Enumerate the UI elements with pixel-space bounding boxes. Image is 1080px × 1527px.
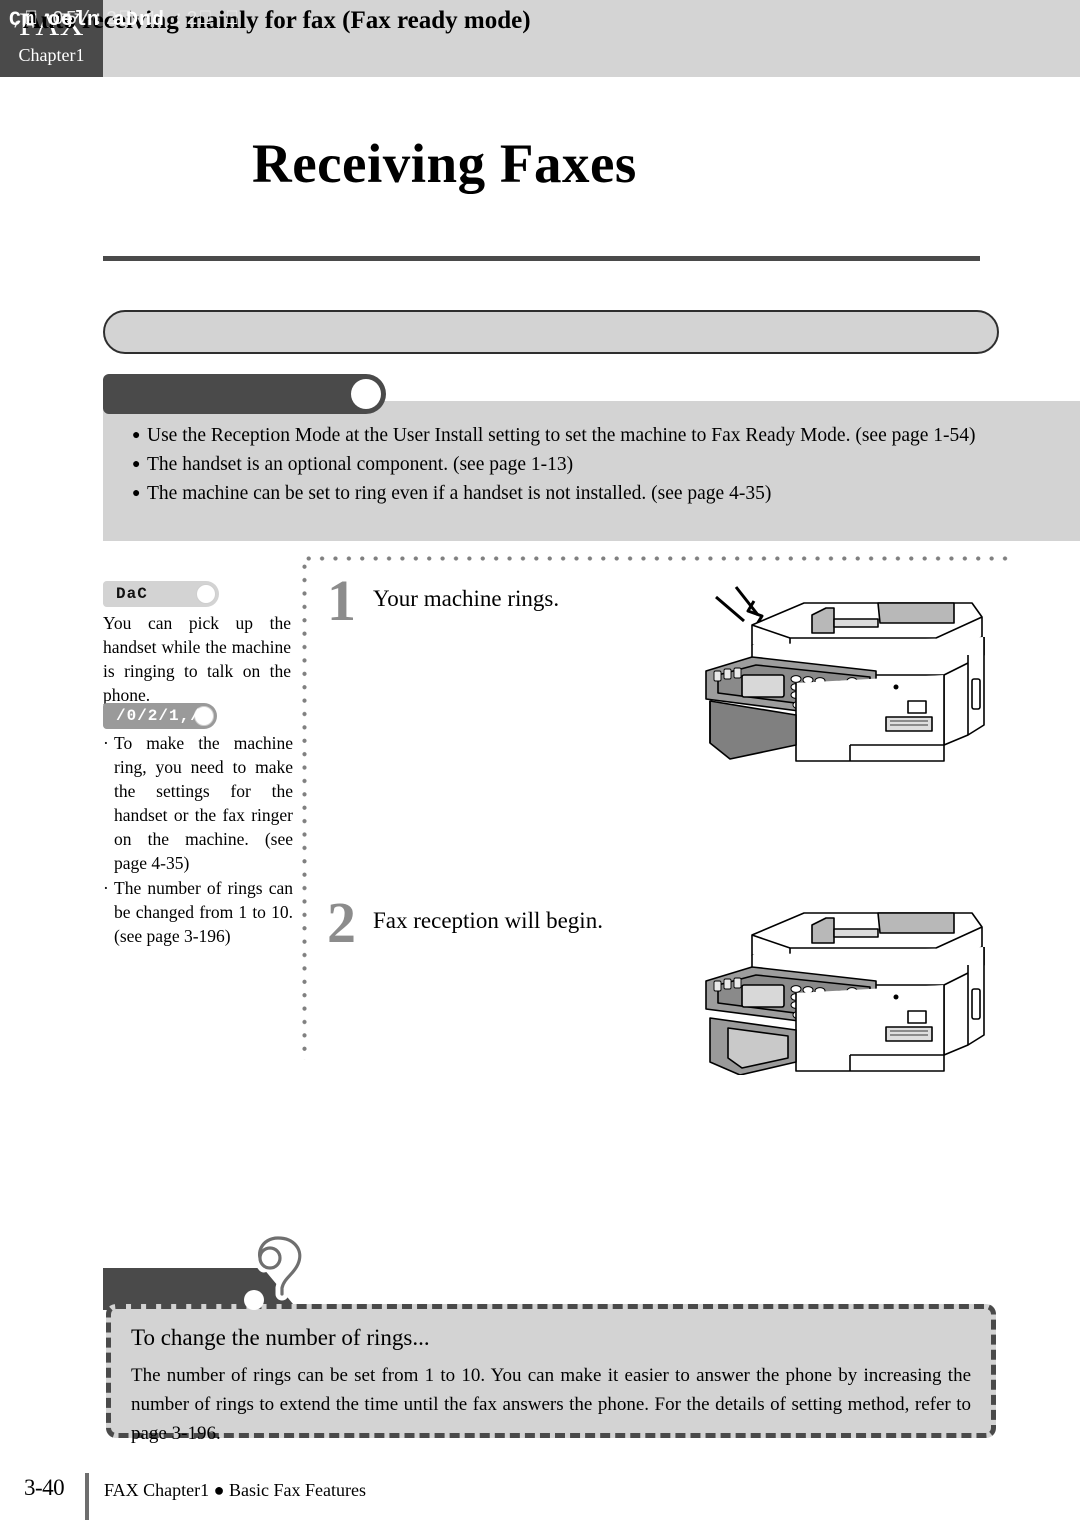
header-chapter-label: Chapter1: [18, 45, 85, 65]
step-number: 1: [327, 568, 356, 633]
title-divider: [103, 256, 980, 261]
printer-receiving-svg: [705, 912, 985, 1076]
note-list: ● Use the Reception Mode at the User Ins…: [132, 423, 992, 510]
dash-bullet-icon: ·: [103, 733, 109, 753]
bullet-icon: ●: [132, 428, 141, 443]
question-mark-icon: [248, 1231, 318, 1327]
page-title: Receiving Faxes: [252, 133, 637, 194]
tip-tag-label: Cm oeln aDnd: [9, 9, 166, 32]
bullet-icon: ●: [132, 457, 141, 472]
sidebar-note-text: You can pick up the handset while the ma…: [103, 613, 291, 705]
steps-dotted-left-border: [302, 560, 307, 1060]
sidebar-tag-note-label: DaC: [116, 585, 148, 603]
note-panel-tag: [103, 374, 386, 414]
step-text: Your machine rings.: [373, 586, 560, 611]
footer-divider: [85, 1473, 89, 1520]
section-heading-pill: [103, 310, 999, 354]
step-number: 2: [327, 890, 356, 955]
footer-text: FAX Chapter1 ● Basic Fax Features: [104, 1480, 366, 1500]
printer-ringing-svg: [705, 586, 985, 762]
note-item-text: Use the Reception Mode at the User Insta…: [147, 425, 976, 446]
sidebar-bullet-item: · To make the machine ring, you need to …: [103, 731, 293, 875]
printer-illustration-ringing: [700, 575, 1000, 770]
note-item: ● The machine can be set to ring even if…: [132, 481, 992, 507]
sidebar-bullet-text: To make the machine ring, you need to ma…: [114, 733, 293, 873]
ring-indicator-icon: [715, 586, 764, 630]
tip-tag-dot-icon: [244, 1290, 264, 1310]
sidebar-bullet-text: The number of rings can be changed from …: [114, 878, 293, 946]
printer-illustration-receiving: [700, 900, 1000, 1080]
note-item-text: The handset is an optional component. (s…: [147, 454, 574, 475]
tip-body-text: The number of rings can be set from 1 to…: [131, 1365, 971, 1444]
sidebar-bullet-list: · To make the machine ring, you need to …: [103, 731, 293, 949]
steps-dotted-top-border: [302, 556, 1014, 561]
tip-heading: To change the number of rings...: [131, 1325, 430, 1350]
dash-bullet-icon: ·: [103, 878, 109, 898]
bullet-icon: ●: [132, 486, 141, 501]
sidebar-bullet-item: · The number of rings can be changed fro…: [103, 876, 293, 948]
footer-page-number: 3-40: [24, 1475, 65, 1500]
step-text: Fax reception will begin.: [373, 908, 603, 933]
tag-circle-icon: [196, 584, 216, 604]
tag-circle-icon: [351, 379, 381, 409]
note-item: ● The handset is an optional component. …: [132, 452, 992, 478]
sidebar-tag-memo-label: /0/2/1,/: [116, 707, 201, 725]
note-item-text: The machine can be set to ring even if a…: [147, 483, 772, 504]
note-item: ● Use the Reception Mode at the User Ins…: [132, 423, 992, 449]
